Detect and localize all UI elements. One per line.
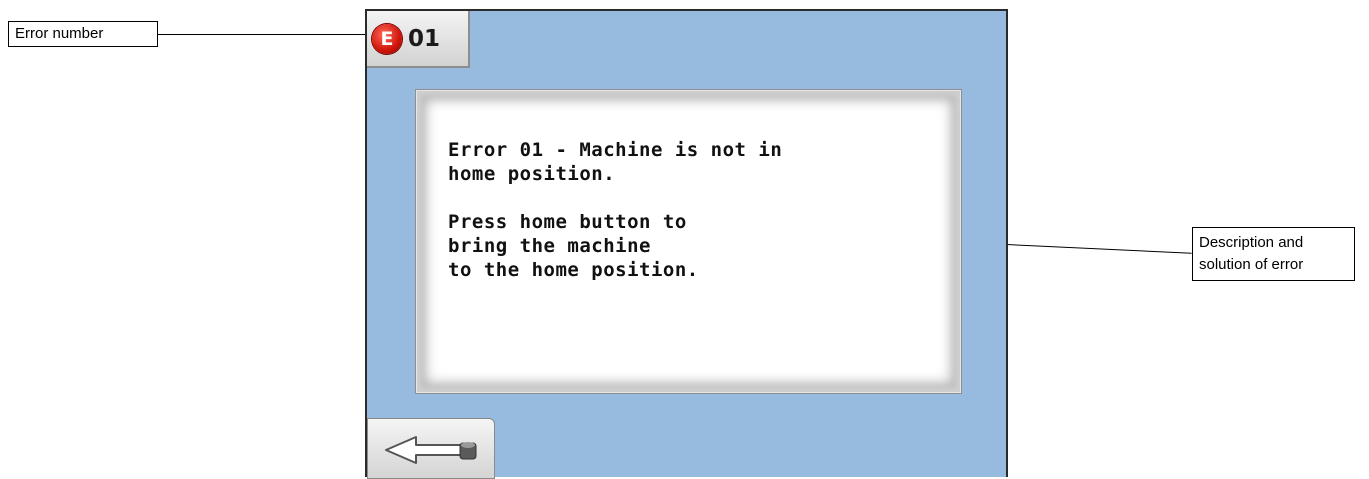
back-button[interactable] — [367, 418, 495, 479]
callout-description-line2: solution of error — [1199, 256, 1304, 273]
callout-error-number: Error number — [8, 21, 158, 47]
error-number-tab: E 01 — [367, 11, 470, 68]
message-line: Error 01 - Machine is not in — [448, 139, 783, 161]
callout-description-line1: Description and — [1199, 234, 1304, 251]
leader-line-error-number — [158, 34, 365, 35]
device-screen: E 01 Error 01 - Machine is not in home p… — [365, 9, 1008, 479]
callout-description: Description and solution of error — [1192, 227, 1355, 281]
back-arrow-icon — [385, 436, 477, 464]
callout-error-number-label: Error number — [15, 25, 104, 42]
message-line: Press home button to — [448, 211, 687, 233]
message-line: to the home position. — [448, 259, 699, 281]
message-line: home position. — [448, 163, 616, 185]
error-code: 01 — [408, 25, 441, 52]
error-badge-icon: E — [372, 23, 402, 54]
error-badge-letter: E — [380, 27, 394, 50]
error-message-text: Error 01 - Machine is not in home positi… — [448, 138, 941, 282]
error-message-panel: Error 01 - Machine is not in home positi… — [415, 89, 962, 394]
message-line: bring the machine — [448, 235, 651, 257]
